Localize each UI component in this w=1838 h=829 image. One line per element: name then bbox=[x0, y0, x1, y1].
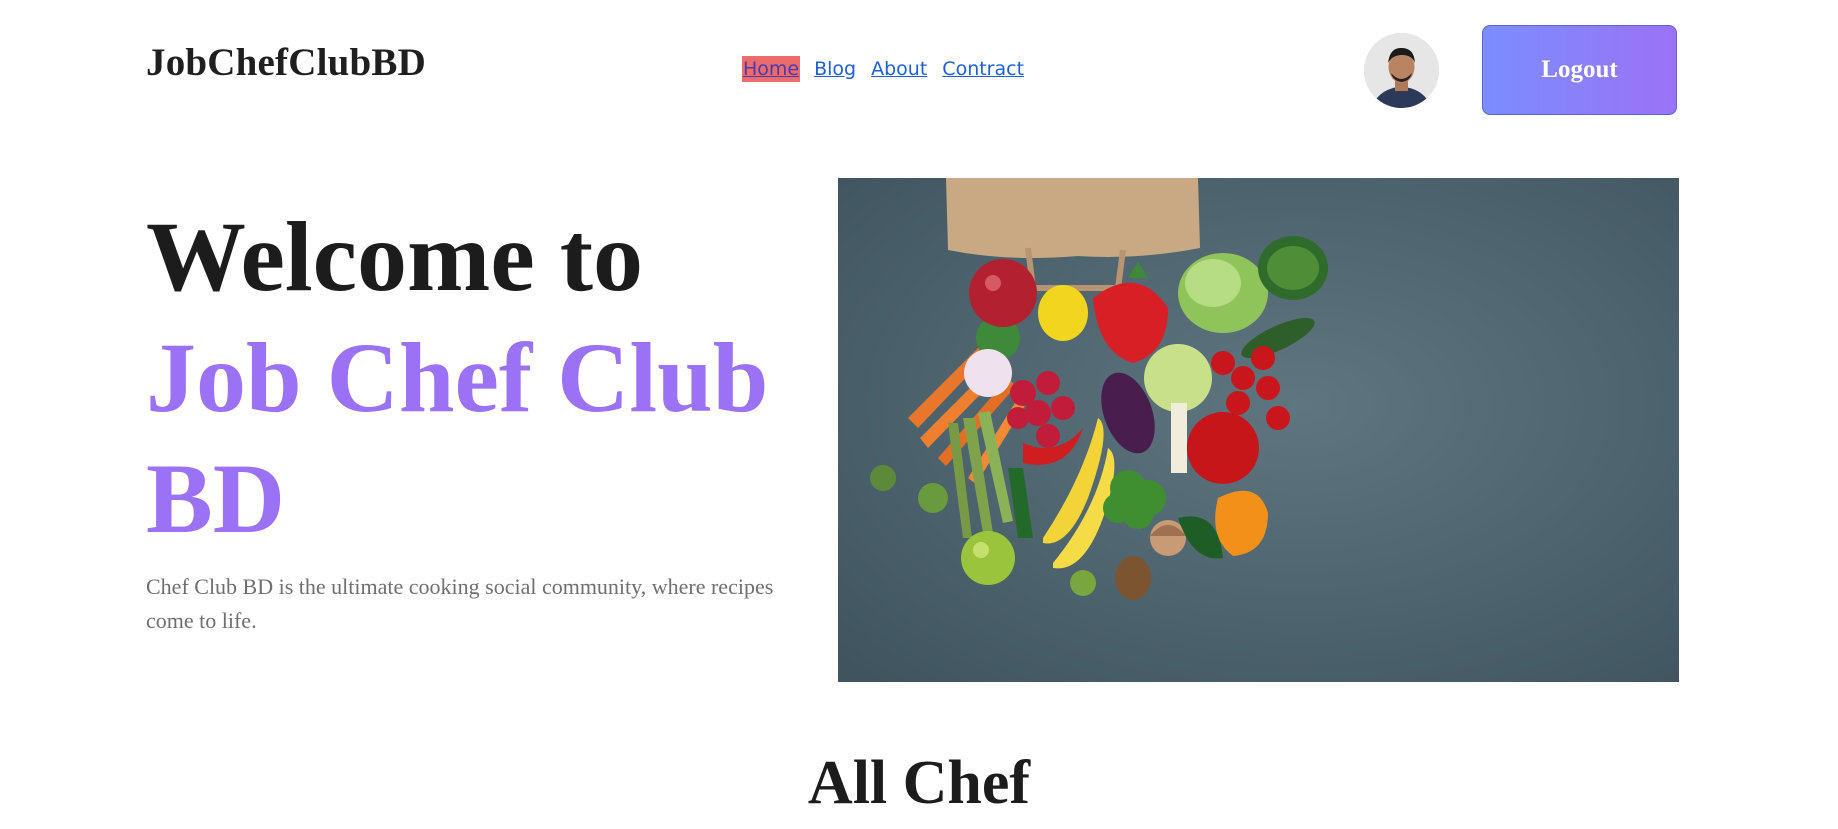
hero-description: Chef Club BD is the ultimate cooking soc… bbox=[146, 574, 774, 633]
nav-link-contract[interactable]: Contract bbox=[941, 56, 1025, 82]
vegetables-image bbox=[838, 178, 1679, 682]
logout-button[interactable]: Logout bbox=[1482, 25, 1677, 115]
user-avatar-icon[interactable] bbox=[1364, 33, 1439, 108]
page: JobChefClubBD Home Blog About Contract L… bbox=[0, 0, 1838, 829]
brand-logo[interactable]: JobChefClubBD bbox=[146, 40, 426, 85]
section-title-all-chef: All Chef bbox=[807, 749, 1031, 817]
nav-link-blog[interactable]: Blog bbox=[813, 56, 857, 82]
nav-link-home[interactable]: Home bbox=[742, 56, 801, 82]
hero-title-accent: Job Chef Club BD bbox=[146, 322, 769, 554]
nav-link-about[interactable]: About bbox=[870, 56, 928, 82]
hero-title-line1: Welcome to bbox=[146, 201, 644, 312]
hero-title: Welcome to Job Chef Club BD bbox=[146, 196, 786, 559]
main-nav: Home Blog About Contract bbox=[742, 56, 1025, 82]
